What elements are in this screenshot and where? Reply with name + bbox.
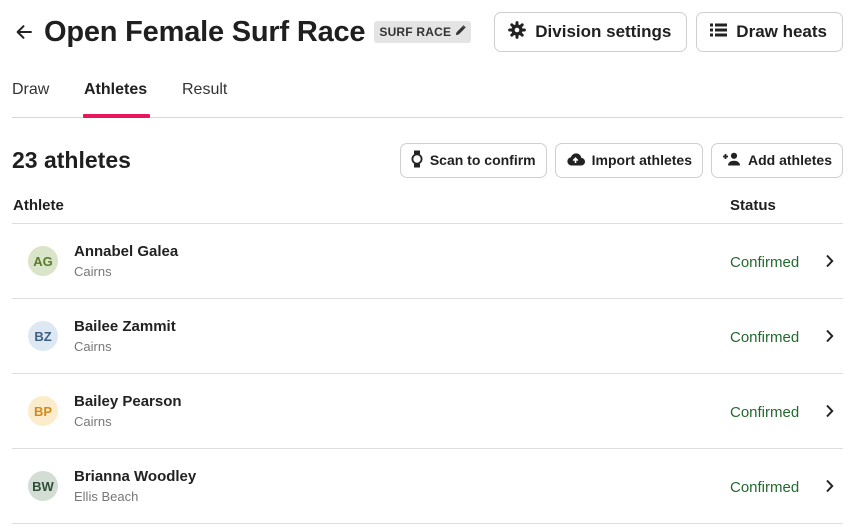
table-row[interactable]: BP Bailey Pearson Cairns Confirmed: [12, 374, 843, 449]
column-header-status: Status: [730, 196, 776, 214]
status-badge: Confirmed: [730, 328, 800, 346]
chevron-right-icon: [822, 254, 836, 268]
import-athletes-button[interactable]: Import athletes: [554, 142, 703, 178]
pencil-icon: [455, 23, 466, 41]
tab-draw[interactable]: Draw: [12, 78, 49, 117]
athletes-table: Athlete Status AG Annabel Galea Cairns C…: [12, 187, 843, 524]
gear-icon: [508, 20, 527, 44]
active-tab-indicator: [83, 114, 150, 118]
cloud-upload-icon: [566, 152, 585, 169]
draw-heats-button[interactable]: Draw heats: [696, 12, 843, 52]
avatar-initials: BW: [32, 478, 54, 494]
table-body: AG Annabel Galea Cairns Confirmed BZ Bai…: [12, 224, 843, 524]
division-settings-label: Division settings: [535, 22, 672, 41]
tab-bar: Draw Athletes Result: [12, 78, 843, 118]
avatar-initials: BP: [33, 403, 53, 419]
avatar: BW: [28, 471, 58, 501]
status-badge: Confirmed: [730, 403, 800, 421]
athlete-club: Cairns: [74, 339, 112, 354]
avatar: AG: [28, 246, 58, 276]
scan-to-confirm-button[interactable]: Scan to confirm: [399, 142, 547, 178]
avatar: BP: [28, 396, 58, 426]
table-header: Athlete Status: [12, 187, 843, 224]
table-row[interactable]: AG Annabel Galea Cairns Confirmed: [12, 224, 843, 299]
athlete-name: Annabel Galea: [74, 243, 179, 260]
scan-to-confirm-label: Scan to confirm: [429, 152, 536, 168]
status-badge: Confirmed: [730, 478, 800, 496]
tab-draw-label: Draw: [12, 81, 50, 98]
tab-result[interactable]: Result: [182, 78, 227, 117]
avatar-initials: BZ: [34, 328, 52, 344]
column-header-athlete: Athlete: [13, 196, 64, 214]
athlete-count-heading: 23 athletes: [12, 146, 131, 173]
avatar: BZ: [28, 321, 58, 351]
avatar-initials: AG: [33, 253, 53, 269]
import-athletes-label: Import athletes: [591, 152, 692, 168]
division-type-label: SURF RACE: [379, 25, 452, 39]
add-athletes-button[interactable]: Add athletes: [710, 142, 843, 178]
watch-icon: [411, 150, 423, 171]
athletes-toolbar: 23 athletes Scan to confirm Import athle…: [12, 142, 843, 178]
athlete-club: Ellis Beach: [74, 489, 139, 504]
division-type-badge[interactable]: SURF RACE: [374, 21, 472, 43]
status-badge: Confirmed: [730, 253, 800, 271]
list-icon: [710, 22, 728, 42]
chevron-right-icon: [822, 479, 836, 493]
page-header: Open Female Surf Race SURF RACE Division…: [12, 12, 843, 52]
athlete-club: Cairns: [74, 264, 112, 279]
tab-athletes-label: Athletes: [84, 81, 148, 98]
tab-result-label: Result: [182, 81, 228, 98]
tab-athletes[interactable]: Athletes: [83, 78, 150, 118]
athlete-name: Brianna Woodley: [74, 468, 197, 485]
athlete-name: Bailey Pearson: [74, 393, 182, 410]
table-row[interactable]: BW Brianna Woodley Ellis Beach Confirmed: [12, 449, 843, 524]
chevron-right-icon: [822, 329, 836, 343]
add-person-icon: [722, 152, 741, 169]
athlete-name: Bailee Zammit: [74, 318, 176, 335]
athlete-club: Cairns: [74, 414, 112, 429]
draw-heats-label: Draw heats: [736, 22, 827, 41]
chevron-right-icon: [822, 404, 836, 418]
page-title: Open Female Surf Race: [44, 15, 366, 48]
add-athletes-label: Add athletes: [747, 152, 832, 168]
division-settings-button[interactable]: Division settings: [494, 12, 688, 52]
back-arrow-icon[interactable]: [12, 20, 36, 44]
table-row[interactable]: BZ Bailee Zammit Cairns Confirmed: [12, 299, 843, 374]
